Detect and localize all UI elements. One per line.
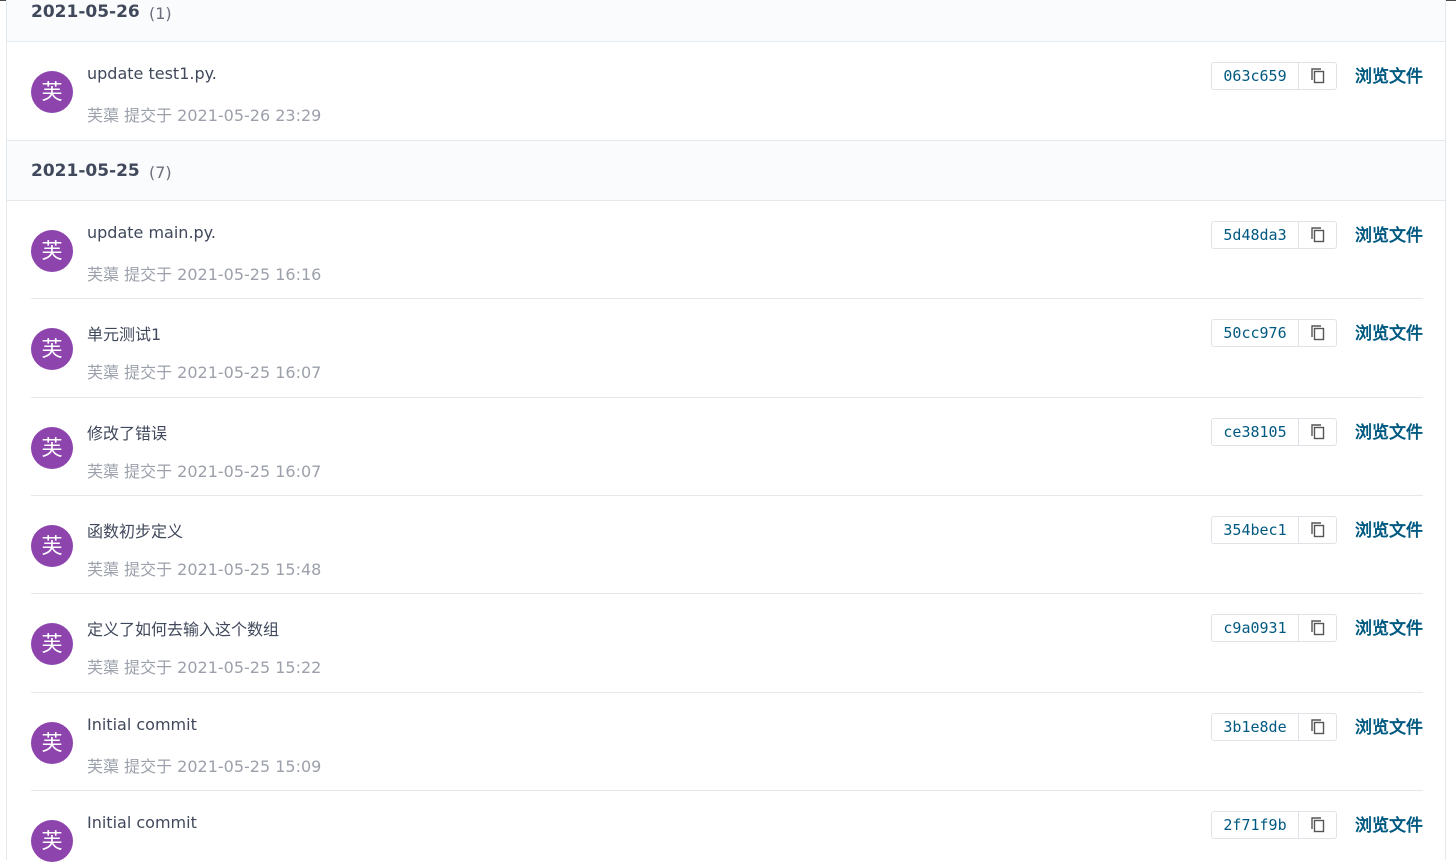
- copy-icon: [1310, 68, 1324, 84]
- copy-icon: [1310, 620, 1324, 636]
- commit-title-link[interactable]: update test1.py.: [87, 64, 217, 83]
- commit-sha-box: 2f71f9b: [1211, 811, 1337, 839]
- browse-files-link[interactable]: 浏览文件: [1355, 713, 1423, 738]
- commit-row: 芙 Initial commit 芙蕖 提交于 2021-05-25 15:09…: [31, 693, 1423, 791]
- copy-icon: [1310, 424, 1324, 440]
- commit-sha-link[interactable]: 3b1e8de: [1212, 714, 1299, 740]
- commit-list-panel: 2021-05-26 (1) 芙 update test1.py. 芙蕖 提交于…: [6, 0, 1446, 862]
- commit-meta: 芙蕖 提交于 2021-05-25 16:07: [87, 462, 322, 481]
- browse-files-link[interactable]: 浏览文件: [1355, 319, 1423, 344]
- copy-sha-button[interactable]: [1299, 63, 1336, 89]
- avatar[interactable]: 芙: [31, 722, 73, 764]
- commit-group-header: 2021-05-25 (7): [7, 140, 1445, 201]
- avatar[interactable]: 芙: [31, 623, 73, 665]
- commit-title-link[interactable]: 单元测试1: [87, 321, 161, 345]
- commit-meta: 芙蕖 提交于 2021-05-25 16:07: [87, 363, 322, 382]
- copy-sha-button[interactable]: [1299, 812, 1336, 838]
- commit-title-link[interactable]: Initial commit: [87, 813, 197, 832]
- copy-sha-button[interactable]: [1299, 517, 1336, 543]
- commit-sha-box: ce38105: [1211, 418, 1337, 446]
- browse-files-link[interactable]: 浏览文件: [1355, 516, 1423, 541]
- copy-sha-button[interactable]: [1299, 419, 1336, 445]
- commit-row: 芙 定义了如何去输入这个数组 芙蕖 提交于 2021-05-25 15:22 c…: [31, 594, 1423, 693]
- browse-files-link[interactable]: 浏览文件: [1355, 614, 1423, 639]
- avatar[interactable]: 芙: [31, 525, 73, 567]
- avatar[interactable]: 芙: [31, 230, 73, 272]
- commit-sha-link[interactable]: 50cc976: [1212, 320, 1299, 346]
- commit-meta: 芙蕖 提交于 2021-05-25 15:22: [87, 658, 322, 677]
- copy-icon: [1310, 227, 1324, 243]
- commit-sha-box: 354bec1: [1211, 516, 1337, 544]
- copy-sha-button[interactable]: [1299, 714, 1336, 740]
- commit-title-link[interactable]: 定义了如何去输入这个数组: [87, 616, 279, 640]
- commit-sha-link[interactable]: 2f71f9b: [1212, 812, 1299, 838]
- commit-sha-link[interactable]: 063c659: [1212, 63, 1299, 89]
- commit-title-link[interactable]: update main.py.: [87, 223, 216, 242]
- browse-files-link[interactable]: 浏览文件: [1355, 62, 1423, 87]
- copy-sha-button[interactable]: [1299, 615, 1336, 641]
- group-date: 2021-05-26: [31, 2, 140, 22]
- avatar[interactable]: 芙: [31, 71, 73, 113]
- avatar[interactable]: 芙: [31, 328, 73, 370]
- commit-group-header: 2021-05-26 (1): [7, 0, 1445, 42]
- commit-sha-box: 3b1e8de: [1211, 713, 1337, 741]
- commit-meta: 芙蕖 提交于 2021-05-25 15:48: [87, 560, 322, 579]
- copy-icon: [1310, 325, 1324, 341]
- copy-sha-button[interactable]: [1299, 320, 1336, 346]
- avatar[interactable]: 芙: [31, 820, 73, 862]
- commit-sha-link[interactable]: c9a0931: [1212, 615, 1299, 641]
- commit-title-link[interactable]: 函数初步定义: [87, 518, 183, 542]
- browse-files-link[interactable]: 浏览文件: [1355, 418, 1423, 443]
- copy-sha-button[interactable]: [1299, 222, 1336, 248]
- group-date: 2021-05-25: [31, 161, 140, 181]
- commit-title-link[interactable]: 修改了错误: [87, 420, 167, 444]
- group-count: (1): [149, 4, 172, 23]
- group-count: (7): [149, 163, 172, 182]
- browse-files-link[interactable]: 浏览文件: [1355, 811, 1423, 836]
- copy-icon: [1310, 522, 1324, 538]
- copy-icon: [1310, 719, 1324, 735]
- commit-row: 芙 单元测试1 芙蕖 提交于 2021-05-25 16:07 50cc976 …: [31, 299, 1423, 398]
- commit-sha-box: c9a0931: [1211, 614, 1337, 642]
- commit-row: 芙 update main.py. 芙蕖 提交于 2021-05-25 16:1…: [31, 201, 1423, 299]
- commit-sha-box: 5d48da3: [1211, 221, 1337, 249]
- commit-sha-link[interactable]: 5d48da3: [1212, 222, 1299, 248]
- avatar[interactable]: 芙: [31, 427, 73, 469]
- commit-row: 芙 修改了错误 芙蕖 提交于 2021-05-25 16:07 ce38105 …: [31, 398, 1423, 496]
- copy-icon: [1310, 817, 1324, 833]
- commit-meta: 芙蕖 提交于 2021-05-25 16:16: [87, 265, 322, 284]
- commit-sha-box: 063c659: [1211, 62, 1337, 90]
- commit-row: 芙 函数初步定义 芙蕖 提交于 2021-05-25 15:48 354bec1…: [31, 496, 1423, 594]
- commit-sha-link[interactable]: ce38105: [1212, 419, 1299, 445]
- commit-row: 芙 Initial commit 2f71f9b 浏览文件: [31, 791, 1423, 862]
- commit-row: 芙 update test1.py. 芙蕖 提交于 2021-05-26 23:…: [31, 42, 1423, 140]
- commit-meta: 芙蕖 提交于 2021-05-25 15:09: [87, 757, 322, 776]
- commit-meta: 芙蕖 提交于 2021-05-26 23:29: [87, 106, 322, 125]
- commit-title-link[interactable]: Initial commit: [87, 715, 197, 734]
- commit-sha-box: 50cc976: [1211, 319, 1337, 347]
- browse-files-link[interactable]: 浏览文件: [1355, 221, 1423, 246]
- commit-sha-link[interactable]: 354bec1: [1212, 517, 1299, 543]
